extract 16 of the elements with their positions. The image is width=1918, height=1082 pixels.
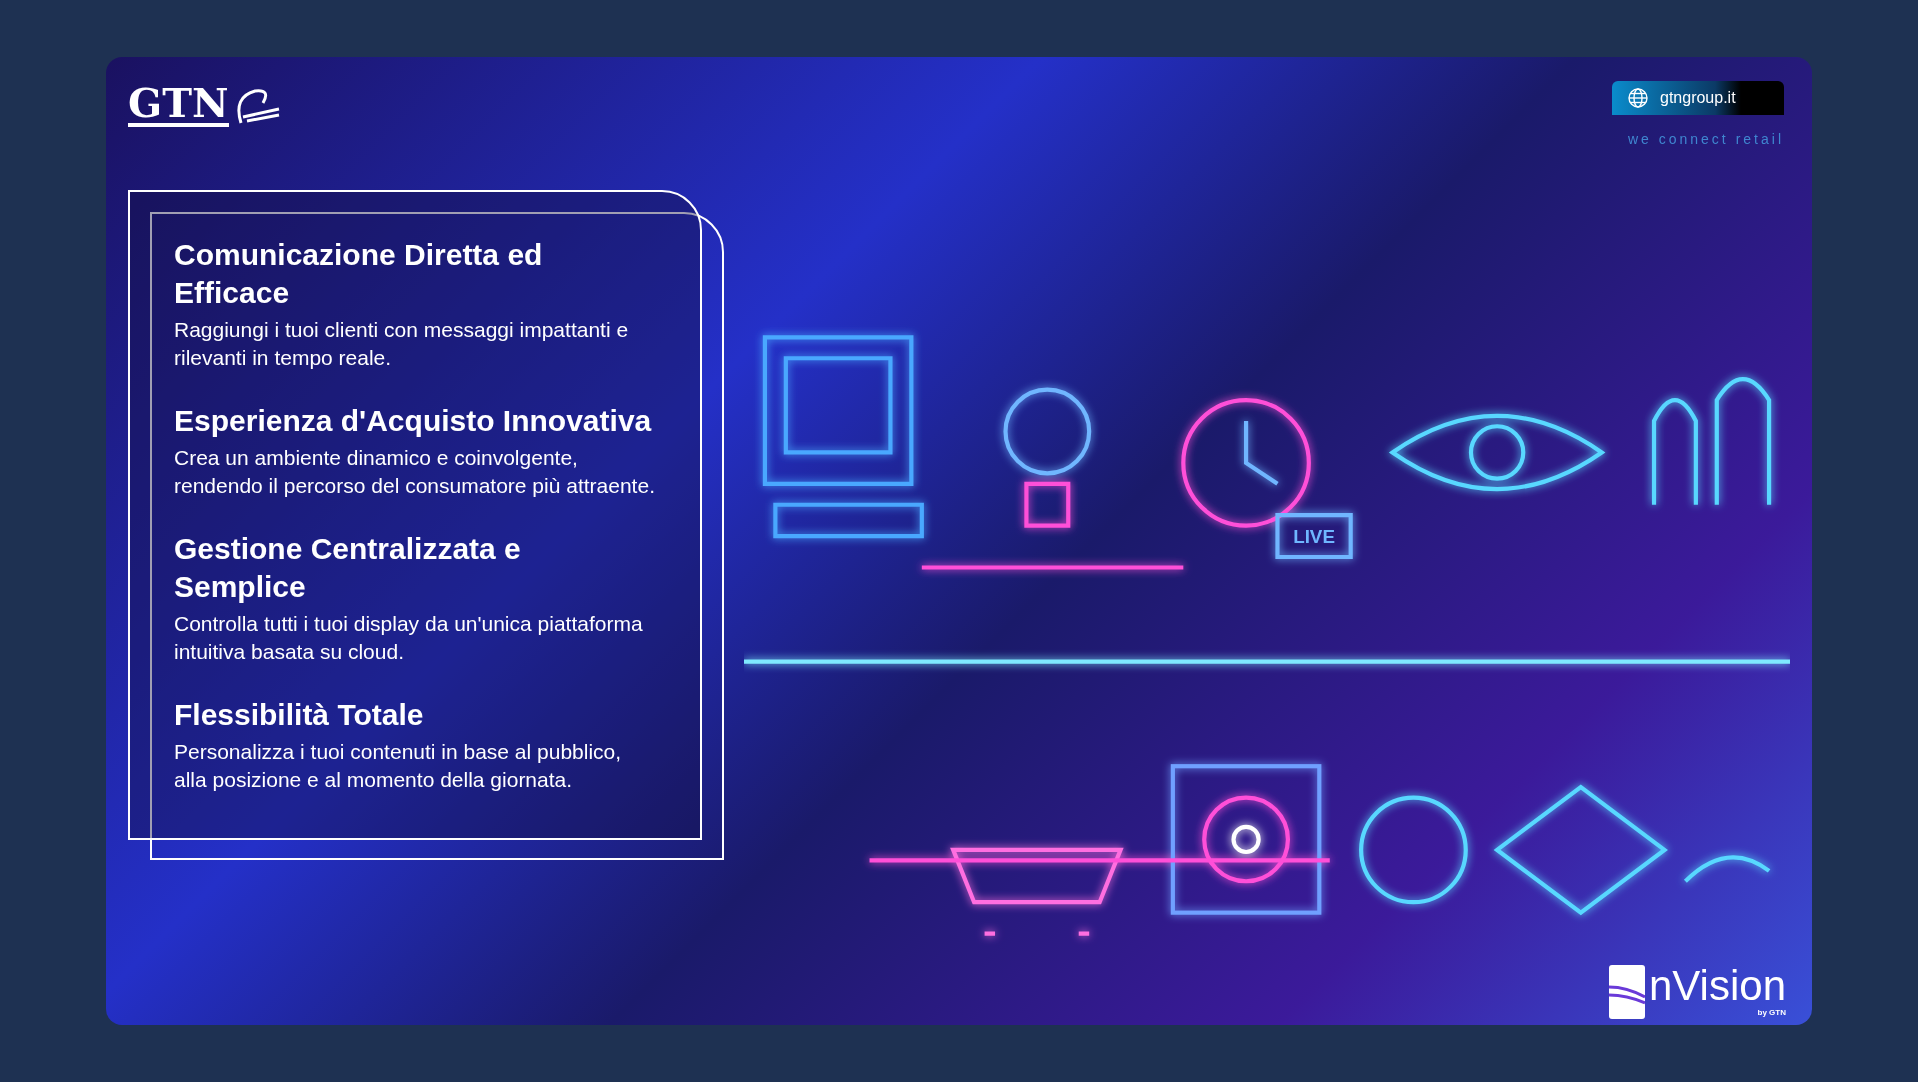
feature-title: Comunicazione Diretta ed Efficace bbox=[174, 237, 544, 311]
brand-byline: by GTN bbox=[1757, 1006, 1786, 1019]
website-badge[interactable]: gtngroup.it bbox=[1612, 81, 1784, 115]
feature-description: Controlla tutti i tuoi display da un'unica piattaforma intuitiva basata su cloud. bbox=[174, 611, 644, 665]
feature-title: Esperienza d'Acquisto Innovativa bbox=[174, 403, 653, 439]
feature-title: Flessibilità Totale bbox=[174, 697, 425, 733]
feature-description: Personalizza i tuoi contenuti in base al pubblico, alla posizione e al momento della giornata. bbox=[174, 739, 623, 793]
feature-description: Crea un ambiente dinamico e coinvolgente, rendendo il percorso del consumatore più attraente. bbox=[174, 445, 656, 499]
feature-title: Gestione Centralizzata e Semplice bbox=[174, 531, 522, 605]
logo-text: GTN bbox=[128, 83, 229, 127]
feature-description: Raggiungi i tuoi clienti con messaggi impattanti e rilevanti in tempo reale. bbox=[174, 317, 630, 371]
tagline: we connect retail bbox=[1627, 130, 1784, 149]
brand-mark-icon bbox=[1609, 964, 1645, 1019]
globe-icon bbox=[1628, 88, 1648, 108]
brand-name: nVision bbox=[1649, 964, 1786, 1007]
live-label: LIVE bbox=[1293, 526, 1335, 548]
